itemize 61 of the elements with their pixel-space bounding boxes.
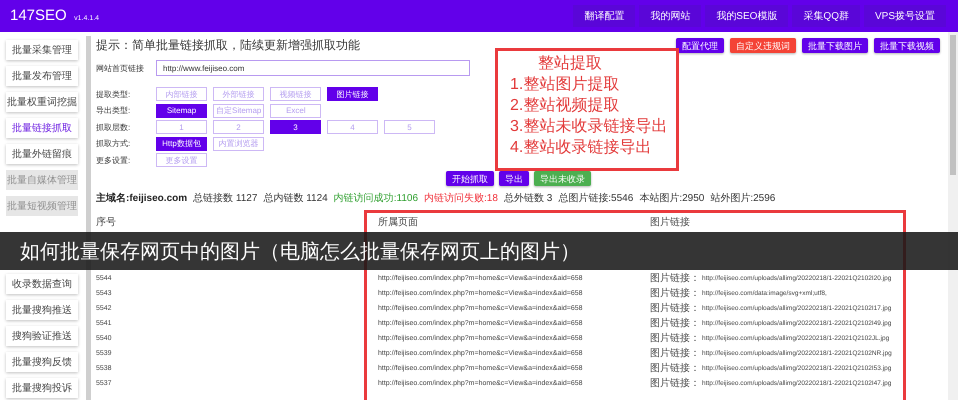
nav-button[interactable]: 我的网站 [639,5,702,27]
field-label: 网站首页链接 [96,62,145,74]
sidebar-item[interactable]: 批量权重词挖掘 [6,92,78,112]
column-header: 图片链接 [650,216,690,228]
annotation-line: 3.整站未收录链接导出 [510,116,668,137]
image-link-label: 图片链接： [650,272,700,285]
nav-button[interactable]: 采集QQ群 [792,5,860,27]
sidebar-item[interactable]: 批量搜狗投诉 [6,378,78,398]
column-header: 所属页面 [378,216,419,228]
sidebar-item[interactable]: 批量采集管理 [6,40,78,60]
nav-button[interactable]: 我的SEO模版 [705,5,788,27]
sidebar-item[interactable]: 批量搜狗推送 [6,300,78,320]
tip-text: 提示：简单批量链接抓取，陆续更新增强抓取功能 [96,36,360,54]
sidebar-item[interactable]: 收录数据查询 [6,274,78,294]
sidebar-item[interactable]: 批量链接抓取 [6,118,78,138]
action-button[interactable]: 开始抓取 [446,170,494,186]
image-link-label: 图片链接： [650,376,700,390]
annotation-line: 2.整站视频提取 [510,96,620,116]
stat-text: 内链访问成功:1106 [334,192,418,204]
option-button[interactable]: Sitemap [156,104,207,118]
scrollbar[interactable] [948,32,958,400]
field-label: 更多设置: [96,154,132,166]
url-input-field[interactable]: http://www.feijiseo.com [156,60,470,76]
sidebar-item[interactable]: 批量搜狗反馈 [6,352,78,372]
field-label: 抓取方式: [96,138,132,150]
sidebar-item[interactable]: 批量外链留痕 [6,144,78,164]
image-link-label: 图片链接： [650,362,700,375]
image-link-label: 图片链接： [650,302,700,315]
toolbar-button[interactable]: 配置代理 [676,38,724,52]
toolbar-button[interactable]: 批量下载图片 [802,38,868,52]
annotation-line: 1.整站图片提取 [510,74,620,95]
annotation-line: 4.整站收录链接导出 [510,138,652,158]
image-link-label: 图片链接： [650,346,700,360]
stat-text: 总链接数 1127 [193,192,258,204]
image-link-label: 图片链接： [650,316,700,330]
stat-text: 主域名:feijiseo.com [96,191,188,204]
stat-text: 总外链数 3 [504,192,552,204]
caption-text: 如何批量保存网页中的图片（电脑怎么批量保存网页上的图片） [19,240,580,264]
option-button[interactable]: Http数据包 [156,136,207,151]
nav-button[interactable]: VPS拨号设置 [864,5,946,27]
sidebar-item[interactable]: 批量发布管理 [6,66,78,86]
image-link-label: 图片链接： [650,286,700,300]
stat-text: 本站图片:2950 [639,192,704,204]
field-label: 提取类型: [96,88,132,100]
stat-text: 内链访问失败:18 [424,192,498,204]
option-button[interactable]: 3 [270,120,321,134]
toolbar-button[interactable]: 自定义违规词 [730,38,796,52]
nav-button[interactable]: 翻译配置 [573,5,636,27]
app-logo: 147SEO [10,7,67,24]
column-header: 序号 [96,216,117,228]
toolbar-button[interactable]: 批量下载视频 [874,38,940,52]
stat-text: 站外图片:2596 [710,192,776,204]
sidebar-item[interactable]: 搜狗验证推送 [6,326,78,346]
annotation-title: 整站提取 [537,54,603,74]
image-link-label: 图片链接： [650,332,700,345]
stat-text: 总内链数 1124 [263,192,328,204]
stat-text: 总图片链接:5546 [558,192,634,204]
field-label: 抓取层数: [96,122,132,133]
action-button[interactable]: 导出 [499,170,529,186]
option-button[interactable]: 图片链接 [327,87,378,102]
field-label: 导出类型: [96,105,132,116]
